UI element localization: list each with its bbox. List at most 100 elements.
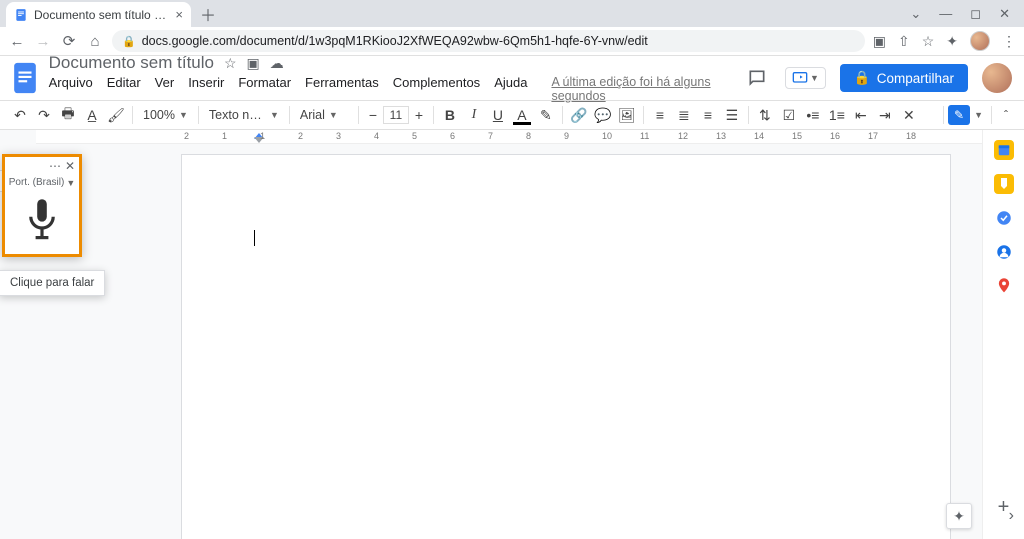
chevron-down-icon: ▼ [810, 73, 819, 83]
ruler-tick: 16 [830, 131, 840, 141]
tab-close-icon[interactable]: × [175, 7, 183, 22]
ruler-tick: 17 [868, 131, 878, 141]
nav-back-icon[interactable]: ← [8, 33, 26, 50]
url-text: docs.google.com/document/d/1w3pqM1RKiooJ… [142, 34, 648, 48]
collapse-side-panel-icon[interactable]: › [1009, 507, 1014, 525]
docs-logo-icon[interactable] [12, 60, 39, 96]
voice-close-icon[interactable]: ✕ [65, 159, 75, 173]
add-addon-icon[interactable]: + [998, 496, 1010, 519]
clear-format-icon[interactable]: ✕ [897, 103, 921, 127]
ruler-tick: 12 [678, 131, 688, 141]
ruler-tick: 13 [716, 131, 726, 141]
extensions-icon[interactable]: ✦ [946, 33, 958, 50]
underline-button[interactable]: U [486, 103, 510, 127]
text-color-button[interactable]: A [510, 103, 534, 127]
redo-icon[interactable]: ↷ [32, 103, 56, 127]
menu-ferramentas[interactable]: Ferramentas [305, 75, 379, 103]
share-button-label: Compartilhar [877, 71, 954, 86]
cast-icon[interactable]: ▣ [873, 33, 886, 50]
zoom-select[interactable]: 100%▼ [137, 103, 194, 127]
browser-tab-strip: Documento sem título - Docume × ＋ ⌄ — ◻ … [0, 0, 1024, 27]
bold-button[interactable]: B [438, 103, 462, 127]
align-center-icon[interactable]: ≣ [672, 103, 696, 127]
nav-home-icon[interactable]: ⌂ [86, 33, 104, 50]
contacts-icon[interactable] [994, 242, 1014, 262]
browser-menu-icon[interactable]: ⋮ [1002, 33, 1016, 50]
font-size-increase[interactable]: + [409, 107, 429, 123]
insert-link-icon[interactable]: 🔗 [567, 103, 591, 127]
lock-icon: 🔒 [122, 35, 136, 48]
tasks-icon[interactable] [994, 208, 1014, 228]
paint-format-icon[interactable]: 🖌 [104, 103, 128, 127]
star-outline-icon[interactable]: ☆ [224, 55, 237, 72]
chevron-down-icon[interactable]: ▼ [974, 110, 983, 120]
ruler-tick: 14 [754, 131, 764, 141]
menu-inserir[interactable]: Inserir [188, 75, 224, 103]
maps-icon[interactable] [994, 276, 1014, 296]
window-minimize-alt-icon[interactable]: ⌄ [910, 6, 921, 22]
voice-more-icon[interactable]: ⋯ [49, 159, 61, 173]
align-justify-icon[interactable]: ☰ [720, 103, 744, 127]
voice-mic-button[interactable] [5, 188, 79, 254]
menu-editar[interactable]: Editar [107, 75, 141, 103]
ruler-tick: 1 [222, 131, 227, 141]
browser-toolbar: ← → ⟳ ⌂ 🔒 docs.google.com/document/d/1w3… [0, 27, 1024, 56]
horizontal-ruler[interactable]: 21123456789101112131415161718 [36, 130, 982, 144]
ruler-tick: 2 [298, 131, 303, 141]
numbered-list-icon[interactable]: 1≡ [825, 103, 849, 127]
undo-icon[interactable]: ↶ [8, 103, 32, 127]
spellcheck-icon[interactable]: A̲ [80, 103, 104, 127]
move-folder-icon[interactable]: ▣ [247, 55, 260, 72]
star-icon[interactable]: ☆ [922, 33, 935, 50]
keep-icon[interactable] [994, 174, 1014, 194]
profile-avatar[interactable] [970, 31, 990, 51]
docs-header: Documento sem título ☆ ▣ ☁ Arquivo Edita… [0, 56, 1024, 100]
new-tab-button[interactable]: ＋ [197, 3, 219, 25]
insert-image-icon[interactable]: 🖼 [615, 103, 639, 127]
menu-formatar[interactable]: Formatar [238, 75, 291, 103]
highlight-button[interactable]: ✎ [534, 103, 558, 127]
menu-ver[interactable]: Ver [155, 75, 175, 103]
menu-complementos[interactable]: Complementos [393, 75, 480, 103]
calendar-icon[interactable] [994, 140, 1014, 160]
browser-tab[interactable]: Documento sem título - Docume × [6, 2, 191, 27]
menu-ajuda[interactable]: Ajuda [494, 75, 527, 103]
align-right-icon[interactable]: ≡ [696, 103, 720, 127]
font-size-input[interactable]: 11 [383, 106, 409, 124]
explore-button[interactable]: ✦ [946, 503, 972, 529]
comments-icon[interactable] [743, 64, 771, 92]
account-avatar[interactable] [982, 63, 1012, 93]
window-close-icon[interactable]: ✕ [999, 6, 1010, 22]
checklist-icon[interactable]: ☑ [777, 103, 801, 127]
menu-arquivo[interactable]: Arquivo [49, 75, 93, 103]
insert-comment-icon[interactable]: 💬 [591, 103, 615, 127]
cloud-status-icon: ☁ [270, 55, 284, 72]
share-button[interactable]: 🔒 Compartilhar [840, 64, 968, 92]
document-title[interactable]: Documento sem título [49, 53, 214, 73]
print-icon[interactable]: 🖶 [56, 103, 80, 127]
window-minimize-icon[interactable]: — [939, 6, 952, 21]
hide-menus-icon[interactable]: ˆ [996, 108, 1016, 122]
address-bar[interactable]: 🔒 docs.google.com/document/d/1w3pqM1RKio… [112, 30, 865, 52]
align-left-icon[interactable]: ≡ [648, 103, 672, 127]
window-maximize-icon[interactable]: ◻ [970, 6, 981, 22]
indent-decrease-icon[interactable]: ⇤ [849, 103, 873, 127]
nav-forward-icon: → [34, 33, 52, 50]
font-select[interactable]: Arial▼ [294, 103, 354, 127]
editing-mode-button[interactable]: ✎ [948, 105, 970, 125]
bulleted-list-icon[interactable]: •≡ [801, 103, 825, 127]
last-edit-link[interactable]: A última edição foi há alguns segundos [551, 75, 733, 103]
ruler-tick: 11 [640, 131, 649, 141]
paragraph-style-select[interactable]: Texto norm…▼ [203, 103, 285, 127]
ruler-tick: 7 [488, 131, 493, 141]
workspace: ⋯ ✕ Port. (Brasil)▼ Clique para falar 21… [0, 130, 1024, 539]
present-button[interactable]: ▼ [785, 67, 826, 89]
italic-button[interactable]: I [462, 103, 486, 127]
share-icon[interactable]: ⇧ [898, 33, 910, 50]
nav-reload-icon[interactable]: ⟳ [60, 32, 78, 50]
voice-language-select[interactable]: Port. (Brasil)▼ [9, 177, 75, 188]
document-page[interactable] [181, 154, 951, 539]
line-spacing-icon[interactable]: ⇅ [753, 103, 777, 127]
indent-increase-icon[interactable]: ⇥ [873, 103, 897, 127]
font-size-decrease[interactable]: − [363, 107, 383, 123]
